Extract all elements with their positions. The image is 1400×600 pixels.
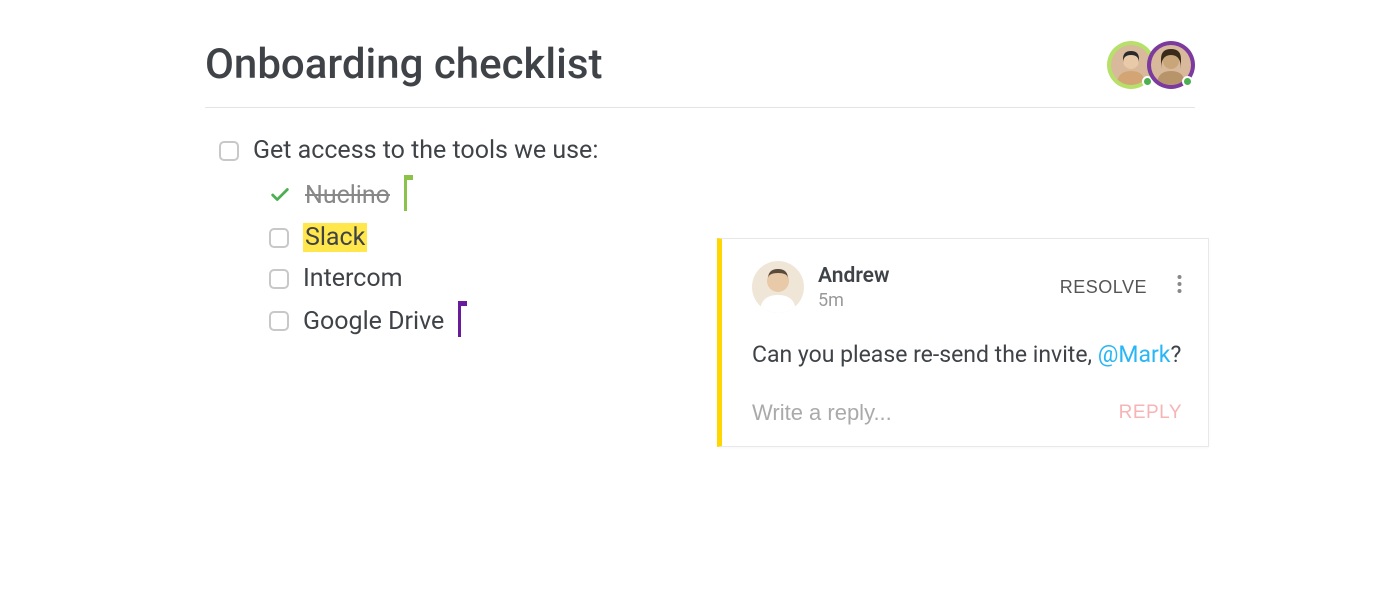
collaborator-cursor (404, 179, 407, 211)
item-label: Nuclino (305, 181, 390, 210)
reply-row: REPLY (752, 400, 1182, 426)
item-label: Google Drive (303, 307, 444, 336)
reply-button[interactable]: REPLY (1119, 402, 1182, 424)
item-label: Slack (303, 223, 367, 252)
page-header: Onboarding checklist (205, 40, 1195, 108)
avatar-user-2[interactable] (1147, 41, 1195, 89)
comment-author-name: Andrew (818, 264, 1046, 288)
checkbox[interactable] (269, 311, 289, 331)
page-title: Onboarding checklist (205, 40, 602, 89)
reply-input[interactable] (752, 400, 1119, 426)
checklist-item-nuclino[interactable]: Nuclino (269, 179, 1195, 211)
collaborator-cursor (458, 305, 461, 337)
presence-indicator (1182, 76, 1193, 87)
resolve-button[interactable]: RESOLVE (1060, 277, 1147, 298)
checkbox[interactable] (269, 228, 289, 248)
collaborator-avatars (1115, 41, 1195, 89)
comment-meta: Andrew 5m (818, 264, 1046, 311)
comment-text-post: ? (1170, 341, 1181, 368)
person-icon (752, 261, 804, 313)
more-options-button[interactable] (1177, 274, 1182, 300)
comment-text-pre: Can you please re-send the invite, (752, 341, 1098, 368)
item-label: Intercom (303, 264, 403, 293)
checkbox[interactable] (219, 141, 239, 161)
comment-header: Andrew 5m RESOLVE (752, 261, 1182, 313)
comment-body: Can you please re-send the invite, @Mark… (752, 337, 1182, 374)
checklist-parent[interactable]: Get access to the tools we use: (219, 136, 1195, 165)
mention[interactable]: @Mark (1098, 341, 1171, 368)
checkbox[interactable] (269, 269, 289, 289)
comment-timestamp: 5m (818, 290, 1046, 311)
comment-panel: Andrew 5m RESOLVE Can you please re-send… (717, 238, 1209, 447)
checkmark-icon (269, 184, 291, 206)
checklist-label: Get access to the tools we use: (253, 136, 598, 165)
dots-vertical-icon (1177, 274, 1182, 294)
comment-author-avatar[interactable] (752, 261, 804, 313)
